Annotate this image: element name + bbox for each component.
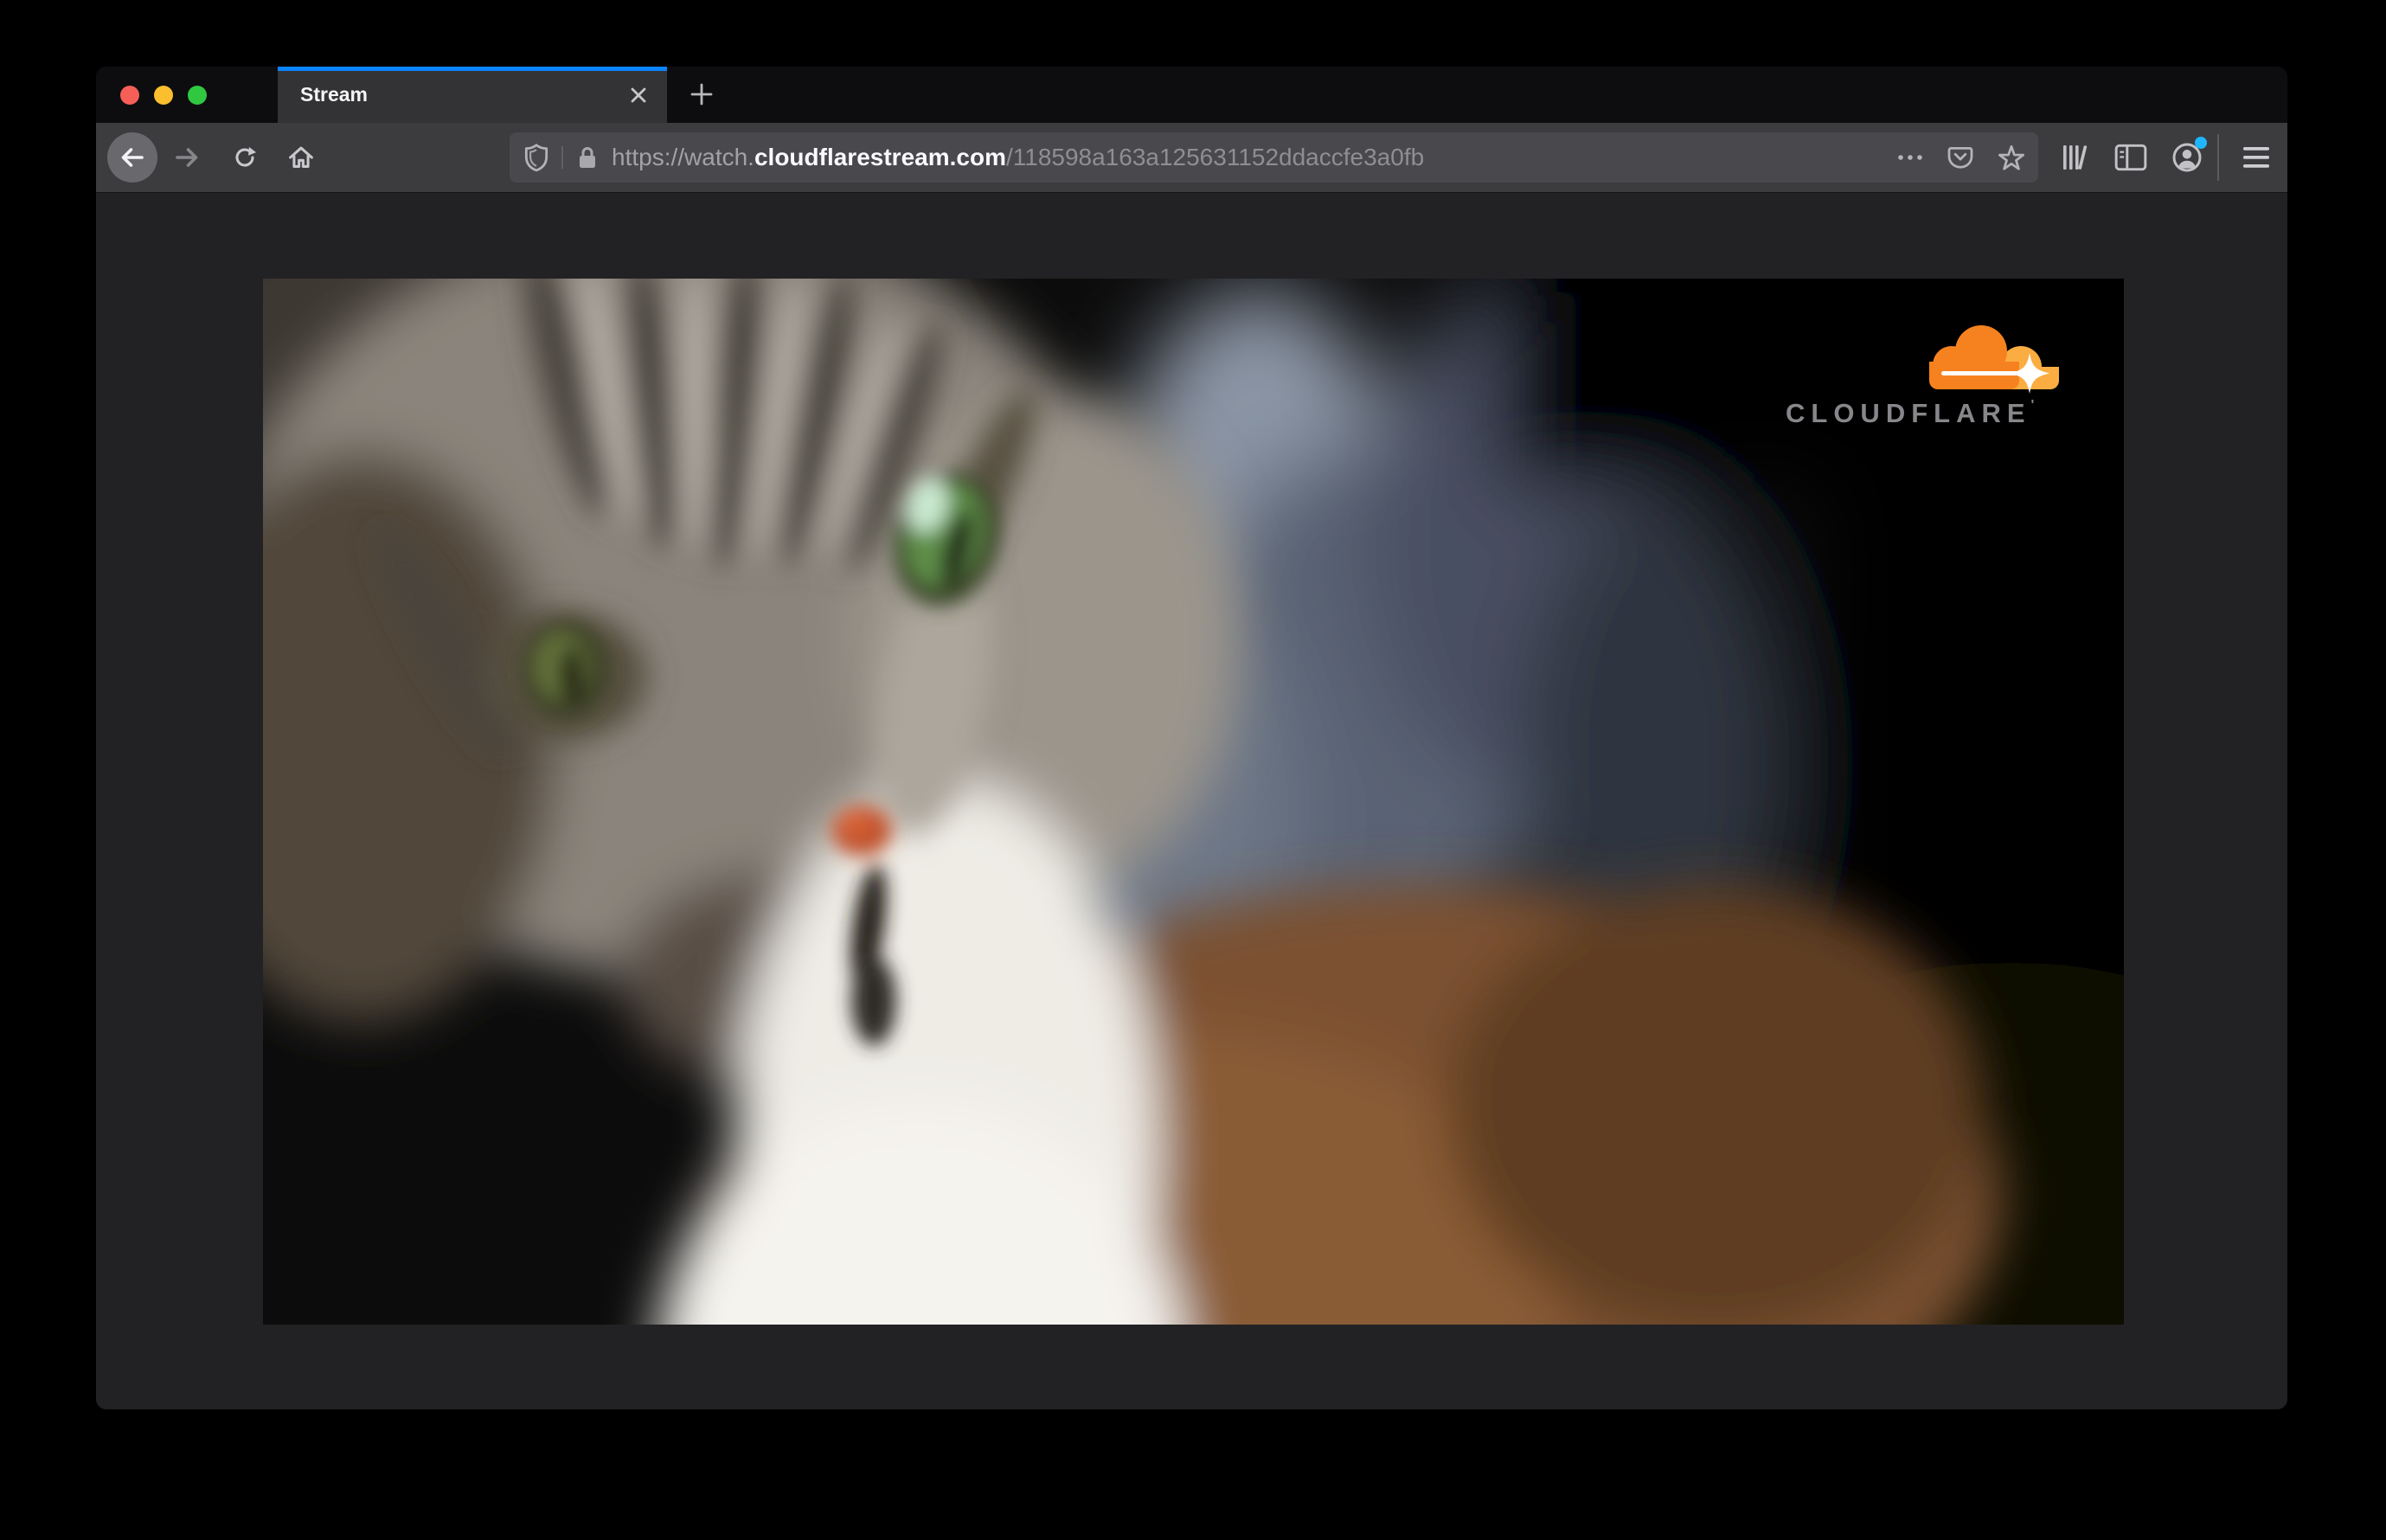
- forward-button[interactable]: [173, 142, 204, 173]
- blurred-cat-video-frame: [263, 279, 2124, 1325]
- window-controls: [120, 67, 207, 123]
- cloudflare-watermark: CLOUDFLARE': [1786, 322, 2071, 434]
- back-button[interactable]: [107, 132, 157, 183]
- cloudflare-cloud-icon: [1929, 325, 2059, 394]
- cloudflare-wordmark: CLOUDFLARE': [1786, 398, 2041, 428]
- page-actions-icon[interactable]: [1896, 153, 1924, 162]
- home-button[interactable]: [285, 141, 317, 174]
- account-icon[interactable]: [2169, 137, 2207, 175]
- urlbar-divider: [561, 146, 563, 169]
- page-content: CLOUDFLARE': [96, 193, 2287, 1409]
- tab-stream[interactable]: Stream: [278, 67, 667, 123]
- desktop-background: Stream https://watch.cloudflarestream.co…: [0, 0, 2386, 1540]
- tab-title: Stream: [300, 83, 368, 106]
- library-icon[interactable]: [2056, 142, 2093, 173]
- address-bar[interactable]: https://watch.cloudflarestream.com/11859…: [510, 132, 2038, 183]
- toolbar-divider: [2217, 134, 2219, 181]
- tracking-protection-shield-icon[interactable]: [523, 143, 549, 172]
- cloudflare-trademark-tick: ': [2030, 398, 2041, 413]
- new-tab-button[interactable]: [681, 74, 722, 115]
- url-domain: cloudflarestream.com: [754, 144, 1006, 170]
- sidebar-toggle-icon[interactable]: [2113, 142, 2148, 173]
- menu-hamburger-icon[interactable]: [2240, 142, 2273, 173]
- tab-close-icon[interactable]: [629, 86, 648, 105]
- minimize-window-button[interactable]: [154, 85, 173, 105]
- reload-button[interactable]: [229, 142, 260, 173]
- url-scheme: https://watch.: [612, 144, 754, 170]
- close-window-button[interactable]: [120, 85, 139, 105]
- browser-window: Stream https://watch.cloudflarestream.co…: [96, 67, 2287, 1409]
- navigation-toolbar: https://watch.cloudflarestream.com/11859…: [96, 123, 2287, 193]
- account-notification-badge: [2195, 137, 2207, 149]
- tab-bar: Stream: [96, 67, 2287, 123]
- bookmark-star-icon[interactable]: [1997, 144, 2026, 172]
- url-text: https://watch.cloudflarestream.com/11859…: [612, 144, 1424, 171]
- https-lock-icon[interactable]: [575, 144, 600, 171]
- url-path: /118598a163a125631152ddaccfe3a0fb: [1005, 144, 1425, 170]
- pocket-icon[interactable]: [1947, 144, 1974, 171]
- video-player[interactable]: CLOUDFLARE': [263, 279, 2124, 1325]
- zoom-window-button[interactable]: [188, 85, 207, 105]
